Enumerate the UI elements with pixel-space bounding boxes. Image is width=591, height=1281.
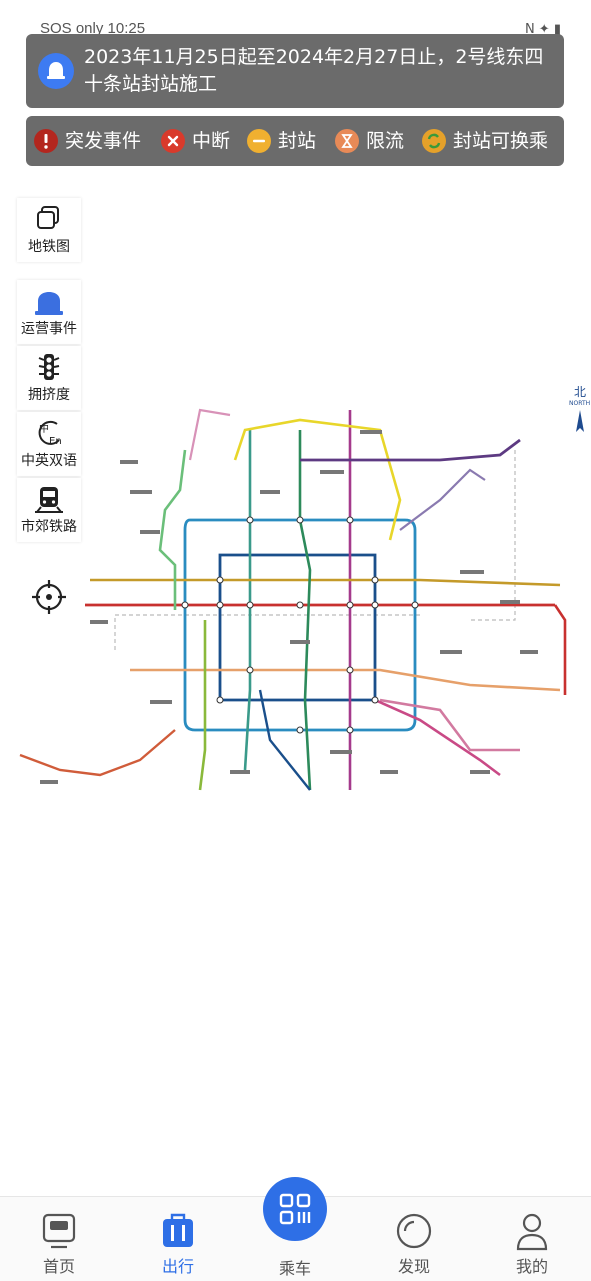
tool-label: 运营事件 <box>21 321 77 337</box>
qr-code-icon <box>279 1193 311 1225</box>
bag-icon <box>160 1211 196 1251</box>
cross-icon <box>161 129 185 153</box>
nav-label: 我的 <box>515 1257 548 1276</box>
minus-icon <box>247 129 271 153</box>
compass-icon <box>576 410 584 432</box>
status-bar: SOS only 10:25 N ✦ ▮ <box>0 0 591 37</box>
legend-label: 中断 <box>192 130 231 152</box>
legend-label: 限流 <box>366 130 405 152</box>
bell-icon <box>38 53 74 89</box>
operation-events-button[interactable]: 运营事件 <box>17 280 81 344</box>
discover-icon <box>396 1211 432 1251</box>
legend-label: 突发事件 <box>65 130 142 152</box>
alarm-icon <box>17 286 81 316</box>
tool-label: 地铁图 <box>28 239 70 255</box>
exclamation-icon <box>34 129 58 153</box>
nav-label: 发现 <box>397 1257 430 1276</box>
legend-label: 封站 <box>278 130 317 152</box>
home-tv-icon <box>41 1211 77 1251</box>
status-legend: 突发事件 中断 封站 限流 封站可换乘 <box>26 116 564 166</box>
nav-label: 首页 <box>42 1257 75 1276</box>
ride-button[interactable] <box>263 1177 327 1241</box>
metro-map-button[interactable]: 地铁图 <box>17 198 81 262</box>
metro-map[interactable]: 北 NORTH <box>0 370 591 820</box>
legend-label: 封站可换乘 <box>453 130 549 152</box>
north-label: 北 <box>574 385 586 399</box>
nav-discover[interactable]: 发现 <box>374 1207 454 1277</box>
nav-home[interactable]: 首页 <box>19 1207 99 1277</box>
nav-label: 出行 <box>161 1257 194 1276</box>
nav-travel[interactable]: 出行 <box>138 1207 218 1277</box>
user-icon <box>514 1211 550 1251</box>
north-sub-label: NORTH <box>569 400 590 407</box>
notice-banner[interactable]: 2023年11月25日起至2024年2月27日止，2号线东四十条站封站施工 <box>26 34 564 108</box>
copy-icon <box>17 204 81 234</box>
hourglass-icon <box>335 129 359 153</box>
notice-text: 2023年11月25日起至2024年2月27日止，2号线东四十条站封站施工 <box>84 46 544 95</box>
nav-profile[interactable]: 我的 <box>492 1207 572 1277</box>
swap-icon <box>422 129 446 153</box>
nav-ride-label: 乘车 <box>278 1259 311 1278</box>
